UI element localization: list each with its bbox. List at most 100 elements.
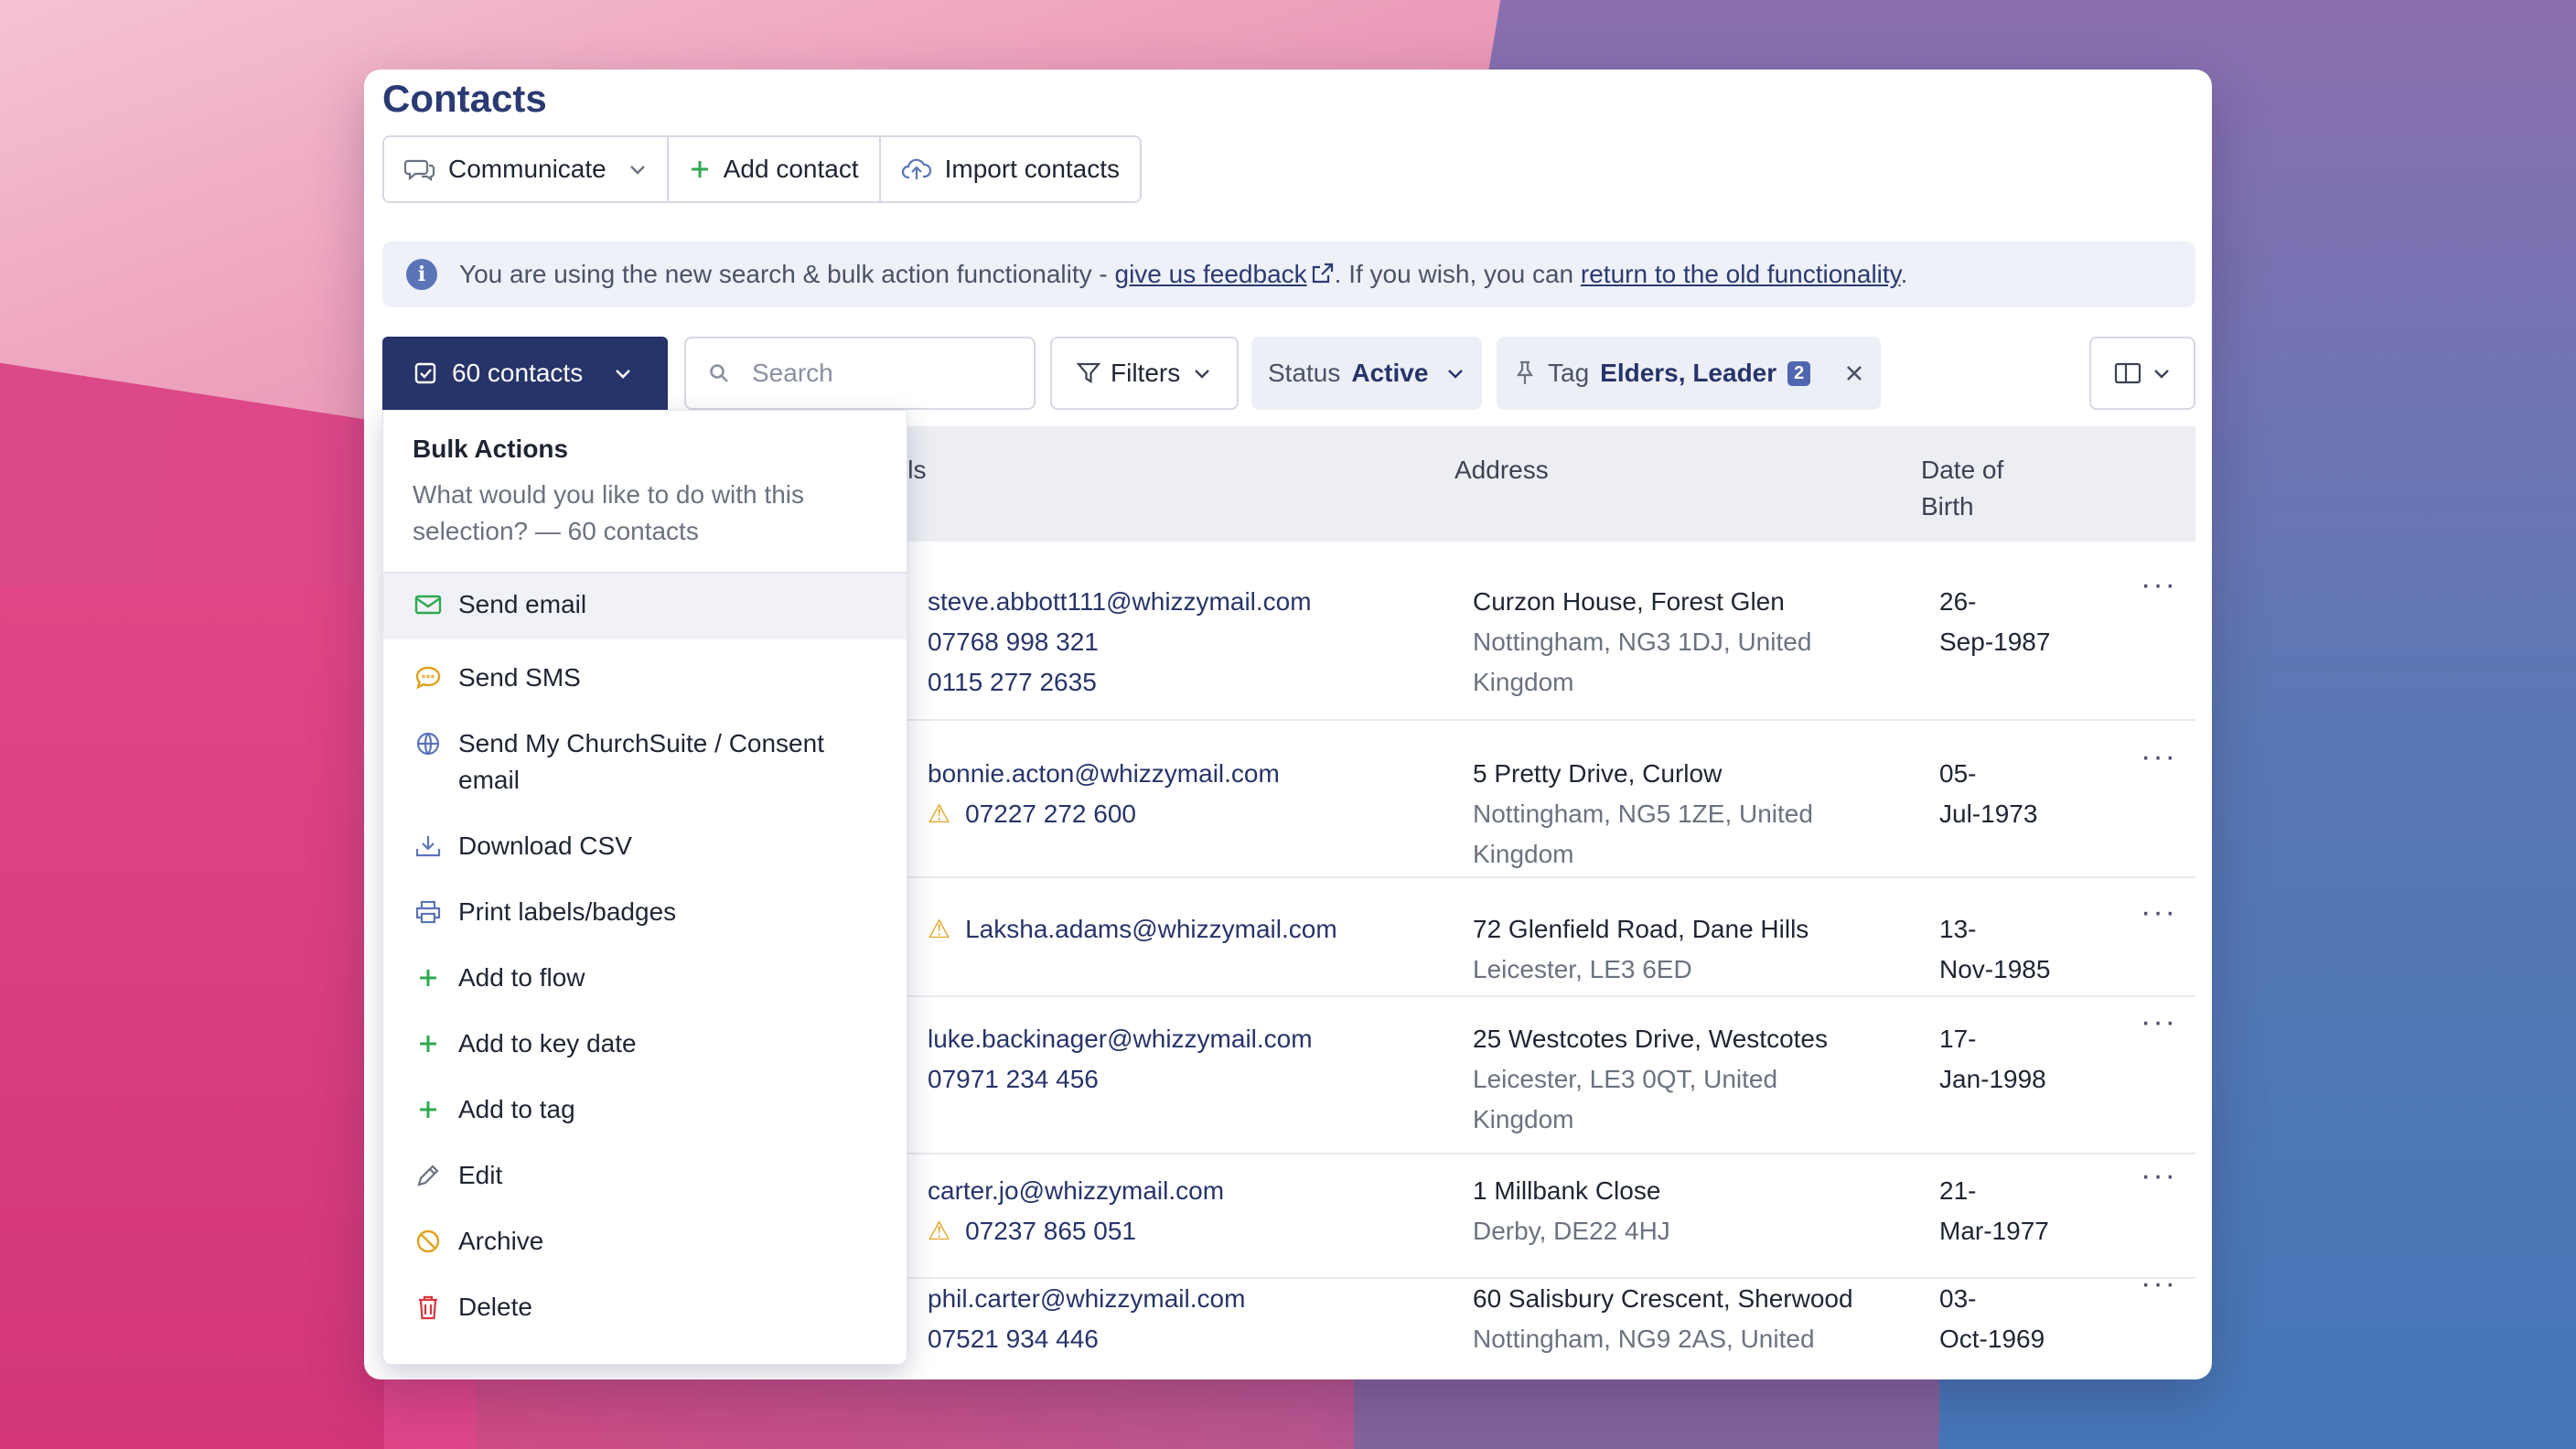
communicate-button[interactable]: Communicate <box>384 137 669 201</box>
address-line: Kingdom <box>1473 1105 1574 1133</box>
action-button-group: Communicate Add contact Import contacts <box>382 135 1143 203</box>
close-icon[interactable] <box>1845 364 1863 382</box>
menu-item-label: Download CSV <box>458 832 632 860</box>
tag-filter-chip[interactable]: Tag Elders, Leader 2 <box>1497 337 1881 410</box>
email-link[interactable]: luke.backinager@whizzymail.com <box>928 1019 1313 1059</box>
menu-item-label: Send email <box>458 590 587 618</box>
row-menu-button[interactable]: ··· <box>2141 567 2177 603</box>
dob-cell: 03- Oct-1969 <box>1939 1279 2045 1359</box>
download-icon <box>413 828 444 864</box>
dob-line: Jul-1973 <box>1939 800 2038 828</box>
menu-item-label: Add to flow <box>458 963 585 992</box>
email-link[interactable]: Laksha.adams@whizzymail.com <box>965 915 1337 943</box>
feedback-link[interactable]: give us feedback <box>1115 260 1307 288</box>
page-title: Contacts <box>382 77 547 120</box>
contact-details: steve.abbott111@whizzymail.com 07768 998… <box>928 582 1312 703</box>
banner-middle: . If you wish, you can <box>1334 260 1581 288</box>
address-line: Curzon House, Forest Glen <box>1473 587 1785 616</box>
dob-cell: 13- Nov-1985 <box>1939 909 2050 990</box>
trash-icon <box>413 1289 444 1326</box>
chevron-down-icon <box>614 367 632 380</box>
menu-item-add-to-flow[interactable]: Add to flow <box>383 930 907 996</box>
menu-item-send-consent-email[interactable]: Send My ChurchSuite / Consent email <box>383 696 907 799</box>
dob-line: 21- <box>1939 1176 1977 1205</box>
phone-link[interactable]: 07768 998 321 <box>928 622 1312 662</box>
address-line: 25 Westcotes Drive, Westcotes <box>1473 1025 1828 1053</box>
bulk-actions-description: What would you like to do with this sele… <box>413 480 804 545</box>
address-line: Kingdom <box>1473 840 1574 868</box>
email-link[interactable]: bonnie.acton@whizzymail.com <box>928 754 1280 794</box>
phone-link[interactable]: 07521 934 446 <box>928 1319 1245 1359</box>
address-line: 72 Glenfield Road, Dane Hills <box>1473 915 1809 943</box>
status-filter-chip[interactable]: Status Active <box>1251 337 1482 410</box>
dob-line: 17- <box>1939 1025 1977 1053</box>
chat-bubble-icon <box>413 660 444 696</box>
dob-line: 26- <box>1939 587 1977 616</box>
dob-line: 13- <box>1939 915 1977 943</box>
phone-link[interactable]: 07237 865 051 <box>965 1217 1136 1245</box>
menu-item-download-csv[interactable]: Download CSV <box>383 799 907 864</box>
dob-line: Mar-1977 <box>1939 1217 2049 1245</box>
selection-dropdown-button[interactable]: 60 contacts <box>382 337 668 410</box>
row-menu-button[interactable]: ··· <box>2141 1266 2177 1302</box>
row-menu-button[interactable]: ··· <box>2141 895 2177 930</box>
address-line: 60 Salisbury Crescent, Sherwood <box>1473 1284 1853 1313</box>
chevron-down-icon <box>1446 367 1465 380</box>
address-column-header[interactable]: Address <box>1454 452 1549 488</box>
phone-link[interactable]: 07971 234 456 <box>928 1059 1313 1100</box>
row-menu-button[interactable]: ··· <box>2141 1004 2177 1040</box>
dob-cell: 26- Sep-1987 <box>1939 582 2050 662</box>
tag-key: Tag <box>1548 359 1590 387</box>
menu-item-add-to-key-date[interactable]: Add to key date <box>383 996 907 1062</box>
add-contact-button[interactable]: Add contact <box>668 137 881 201</box>
contact-details: ⚠ Laksha.adams@whizzymail.com <box>928 909 1337 950</box>
menu-item-send-email[interactable]: Send email <box>383 574 907 639</box>
plus-icon <box>413 960 444 996</box>
add-contact-label: Add contact <box>723 155 859 183</box>
address-line: Leicester, LE3 6ED <box>1473 955 1692 983</box>
plus-icon <box>413 1025 444 1062</box>
plus-icon <box>689 158 711 180</box>
tag-value: Elders, Leader <box>1600 359 1777 387</box>
old-functionality-link[interactable]: return to the old functionality <box>1581 260 1901 288</box>
contact-details: carter.jo@whizzymail.com ⚠ 07237 865 051 <box>928 1171 1224 1251</box>
phone-link[interactable]: 0115 277 2635 <box>928 662 1312 703</box>
import-contacts-label: Import contacts <box>944 155 1121 183</box>
row-menu-button[interactable]: ··· <box>2141 739 2177 775</box>
email-link[interactable]: phil.carter@whizzymail.com <box>928 1279 1245 1319</box>
dob-cell: 05- Jul-1973 <box>1939 754 2037 834</box>
menu-item-delete[interactable]: Delete <box>383 1260 907 1326</box>
contacts-window: Contacts Communicate Add contact Import … <box>364 70 2212 1379</box>
bulk-actions-title: Bulk Actions <box>413 435 569 463</box>
tag-count-badge: 2 <box>1787 360 1811 386</box>
plus-icon <box>413 1091 444 1128</box>
funnel-icon <box>1076 360 1101 386</box>
menu-item-add-to-tag[interactable]: Add to tag <box>383 1062 907 1128</box>
dob-line: Jan-1998 <box>1939 1065 2046 1093</box>
filters-button[interactable]: Filters <box>1050 337 1239 410</box>
address-line: Kingdom <box>1473 668 1574 696</box>
menu-item-edit[interactable]: Edit <box>383 1128 907 1194</box>
menu-item-print-labels[interactable]: Print labels/badges <box>383 864 907 930</box>
chevron-down-icon <box>628 163 647 176</box>
menu-item-label: Print labels/badges <box>458 897 677 926</box>
envelope-icon <box>413 586 444 623</box>
address-line: Nottingham, NG9 2AS, United <box>1473 1325 1815 1353</box>
search-input[interactable]: Search <box>684 337 1036 410</box>
address-line: 1 Millbank Close <box>1473 1176 1661 1205</box>
banner-prefix: You are using the new search & bulk acti… <box>459 260 1115 288</box>
phone-link[interactable]: 07227 272 600 <box>965 800 1136 828</box>
address-cell: 5 Pretty Drive, Curlow Nottingham, NG5 1… <box>1473 754 1813 875</box>
menu-item-archive[interactable]: Archive <box>383 1194 907 1260</box>
dob-column-header[interactable]: Date of Birth <box>1921 452 2003 525</box>
row-menu-button[interactable]: ··· <box>2141 1158 2177 1194</box>
email-link[interactable]: steve.abbott111@whizzymail.com <box>928 582 1312 622</box>
menu-item-send-sms[interactable]: Send SMS <box>383 639 907 696</box>
dob-header-line: Date of <box>1921 456 2004 484</box>
dob-line: Oct-1969 <box>1939 1325 2045 1353</box>
selection-label: 60 contacts <box>452 359 584 387</box>
columns-toggle-button[interactable] <box>2089 337 2195 410</box>
import-contacts-button[interactable]: Import contacts <box>880 137 1141 201</box>
ban-icon <box>413 1223 444 1260</box>
email-link[interactable]: carter.jo@whizzymail.com <box>928 1171 1224 1211</box>
